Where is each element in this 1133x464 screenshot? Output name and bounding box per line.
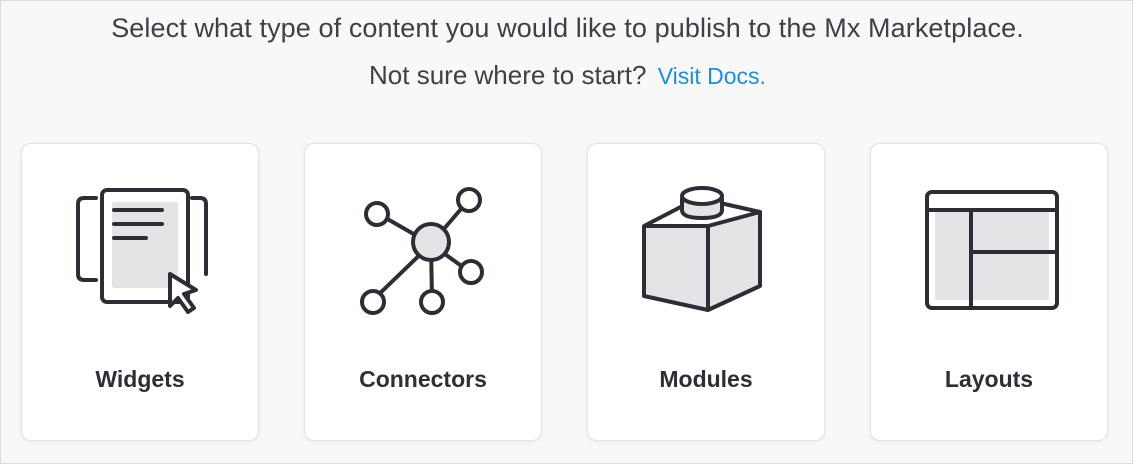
content-type-panel: Select what type of content you would li… bbox=[0, 0, 1133, 464]
module-cube-icon bbox=[642, 186, 762, 312]
widgets-card[interactable]: Widgets bbox=[21, 143, 259, 441]
help-text: Not sure where to start? bbox=[369, 60, 647, 90]
visit-docs-link[interactable]: Visit Docs. bbox=[658, 63, 766, 89]
layouts-label: Layouts bbox=[944, 366, 1034, 392]
widgets-label: Widgets bbox=[95, 366, 185, 392]
modules-card[interactable]: Modules bbox=[587, 143, 825, 441]
page-title: Select what type of content you would li… bbox=[111, 13, 1024, 43]
connectors-card[interactable]: Connectors bbox=[304, 143, 542, 441]
widget-icon bbox=[76, 188, 208, 314]
connector-network-icon bbox=[360, 187, 484, 315]
layout-grid-icon bbox=[925, 190, 1059, 310]
layouts-card[interactable]: Layouts bbox=[870, 143, 1108, 441]
help-line: Not sure where to start? Visit Docs. bbox=[1, 60, 1133, 91]
modules-label: Modules bbox=[659, 366, 753, 392]
connectors-label: Connectors bbox=[359, 366, 487, 392]
